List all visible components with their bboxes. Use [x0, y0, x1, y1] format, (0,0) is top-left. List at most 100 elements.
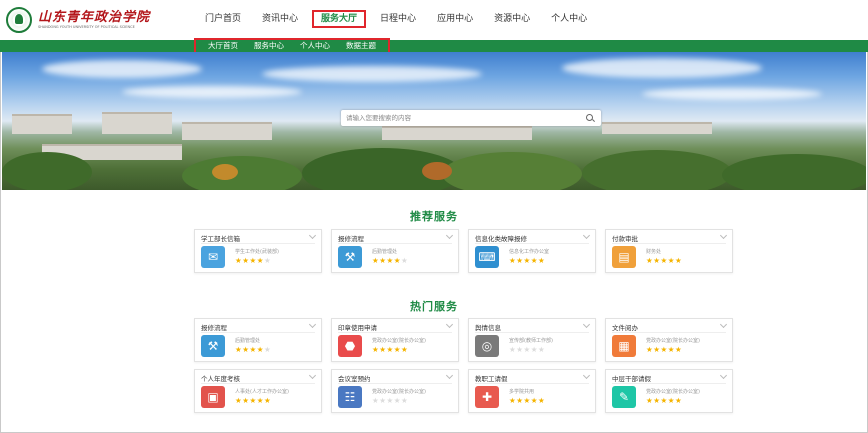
- tree: [182, 156, 302, 190]
- autumn-tree: [212, 164, 238, 180]
- chevron-down-icon[interactable]: [445, 320, 454, 329]
- service-card[interactable]: 中层干部请假 ✎ 党政办公室(院长办公室) ★★★★★: [605, 369, 733, 413]
- divider: [338, 243, 452, 244]
- service-department: 多学院共用: [509, 389, 535, 395]
- file-reading-icon: ▦: [612, 335, 636, 357]
- rating-stars: ★★★★★: [372, 346, 408, 354]
- search-input[interactable]: [346, 110, 576, 126]
- nav-item[interactable]: 个人中心: [544, 10, 594, 28]
- star-icon: ★: [249, 345, 257, 354]
- nav-item[interactable]: 日程中心: [373, 10, 423, 28]
- autumn-tree: [422, 162, 452, 180]
- service-department: 党政办公室(院长办公室): [646, 338, 700, 344]
- payment-document-icon: ▤: [612, 246, 636, 268]
- divider: [338, 383, 452, 384]
- service-card[interactable]: 会议室预约 ☷ 党政办公室(院长办公室) ★★★★★: [331, 369, 459, 413]
- service-card[interactable]: 报修流程 ⚒ 后勤管理处 ★★★★★: [194, 318, 322, 362]
- nav-item[interactable]: 门户首页: [198, 10, 248, 28]
- search-icon[interactable]: [586, 114, 593, 121]
- school-logo[interactable]: 山东青年政治学院 SHANDONG YOUTH UNIVERSITY OF PO…: [6, 7, 150, 33]
- star-icon: ★: [400, 256, 409, 265]
- computer-repair-icon: ⌨: [475, 246, 499, 268]
- star-icon: ★: [660, 256, 668, 265]
- service-card[interactable]: 教职工请假 ✚ 多学院共用 ★★★★★: [468, 369, 596, 413]
- star-icon: ★: [537, 345, 546, 354]
- divider: [612, 332, 726, 333]
- nav-item[interactable]: 应用中心: [430, 10, 480, 28]
- chevron-down-icon[interactable]: [719, 371, 728, 380]
- chevron-down-icon[interactable]: [308, 371, 317, 380]
- nav-item[interactable]: 服务大厅: [312, 10, 367, 28]
- chevron-down-icon[interactable]: [308, 231, 317, 240]
- section-title-hot: 热门服务: [410, 300, 458, 313]
- service-card-title: 教职工请假: [475, 375, 508, 383]
- service-card[interactable]: 学工部长信箱 ✉ 学生工作处(武装部) ★★★★★: [194, 229, 322, 273]
- service-card[interactable]: 报修流程 ⚒ 后勤管理处 ★★★★★: [331, 229, 459, 273]
- star-icon: ★: [386, 256, 394, 265]
- divider: [475, 383, 589, 384]
- calendar-assessment-icon: ▣: [201, 386, 225, 408]
- cloud: [122, 86, 302, 98]
- chevron-down-icon[interactable]: [719, 320, 728, 329]
- cadre-leave-icon: ✎: [612, 386, 636, 408]
- service-card-title: 信息化类故障报修: [475, 235, 527, 243]
- service-card-title: 报修流程: [201, 324, 227, 332]
- service-card[interactable]: 个人年度考核 ▣ 人事处(人才工作办公室) ★★★★★: [194, 369, 322, 413]
- star-icon: ★: [667, 396, 675, 405]
- service-department: 财务处: [646, 249, 662, 255]
- star-icon: ★: [674, 256, 683, 265]
- star-icon: ★: [249, 256, 257, 265]
- service-card[interactable]: 印章使用申请 ⬣ 党政办公室(院长办公室) ★★★★★: [331, 318, 459, 362]
- star-icon: ★: [393, 256, 401, 265]
- chevron-down-icon[interactable]: [308, 320, 317, 329]
- subnav-item[interactable]: 数据主题: [338, 41, 384, 51]
- star-icon: ★: [530, 345, 538, 354]
- service-card[interactable]: 付款审批 ▤ 财务处 ★★★★★: [605, 229, 733, 273]
- rating-stars: ★★★★★: [235, 346, 271, 354]
- service-department: 信息化工作办公室: [509, 249, 550, 255]
- cloud: [562, 58, 762, 78]
- star-icon: ★: [530, 256, 538, 265]
- nav-item[interactable]: 资讯中心: [255, 10, 305, 28]
- cloud: [42, 60, 202, 78]
- service-card[interactable]: 文件阅办 ▦ 党政办公室(院长办公室) ★★★★★: [605, 318, 733, 362]
- star-icon: ★: [660, 345, 668, 354]
- subnav-item[interactable]: 服务中心: [246, 41, 292, 51]
- service-department: 党政办公室(院长办公室): [646, 389, 700, 395]
- public-opinion-icon: ◎: [475, 335, 499, 357]
- tree: [442, 152, 582, 190]
- rating-stars: ★★★★★: [372, 257, 408, 265]
- service-card[interactable]: 信息化类故障报修 ⌨ 信息化工作办公室 ★★★★★: [468, 229, 596, 273]
- subnav-item[interactable]: 大厅首页: [200, 41, 246, 51]
- divider: [475, 243, 589, 244]
- service-card-title: 舆情信息: [475, 324, 501, 332]
- star-icon: ★: [263, 256, 272, 265]
- building: [602, 122, 712, 134]
- nav-item[interactable]: 资源中心: [487, 10, 537, 28]
- star-icon: ★: [667, 345, 675, 354]
- chevron-down-icon[interactable]: [582, 371, 591, 380]
- header: 山东青年政治学院 SHANDONG YOUTH UNIVERSITY OF PO…: [0, 0, 868, 40]
- main-nav: 门户首页 资讯中心 服务大厅 日程中心 应用中心 资源中心 个人中心: [198, 10, 601, 28]
- chevron-down-icon[interactable]: [582, 320, 591, 329]
- chevron-down-icon[interactable]: [445, 231, 454, 240]
- star-icon: ★: [400, 345, 409, 354]
- school-name-en: SHANDONG YOUTH UNIVERSITY OF POLITICAL S…: [38, 25, 135, 29]
- building: [382, 126, 532, 140]
- star-icon: ★: [256, 396, 264, 405]
- tree: [722, 154, 866, 190]
- star-icon: ★: [386, 396, 394, 405]
- rating-stars: ★★★★★: [646, 257, 682, 265]
- staff-leave-icon: ✚: [475, 386, 499, 408]
- chevron-down-icon[interactable]: [582, 231, 591, 240]
- chevron-down-icon[interactable]: [445, 371, 454, 380]
- chevron-down-icon[interactable]: [719, 231, 728, 240]
- rating-stars: ★★★★★: [646, 346, 682, 354]
- meeting-room-icon: ☷: [338, 386, 362, 408]
- divider: [338, 332, 452, 333]
- subnav-item[interactable]: 个人中心: [292, 41, 338, 51]
- star-icon: ★: [523, 345, 531, 354]
- star-icon: ★: [256, 345, 264, 354]
- service-department: 人事处(人才工作办公室): [235, 389, 289, 395]
- service-card[interactable]: 舆情信息 ◎ 宣传部(教师工作部) ★★★★★: [468, 318, 596, 362]
